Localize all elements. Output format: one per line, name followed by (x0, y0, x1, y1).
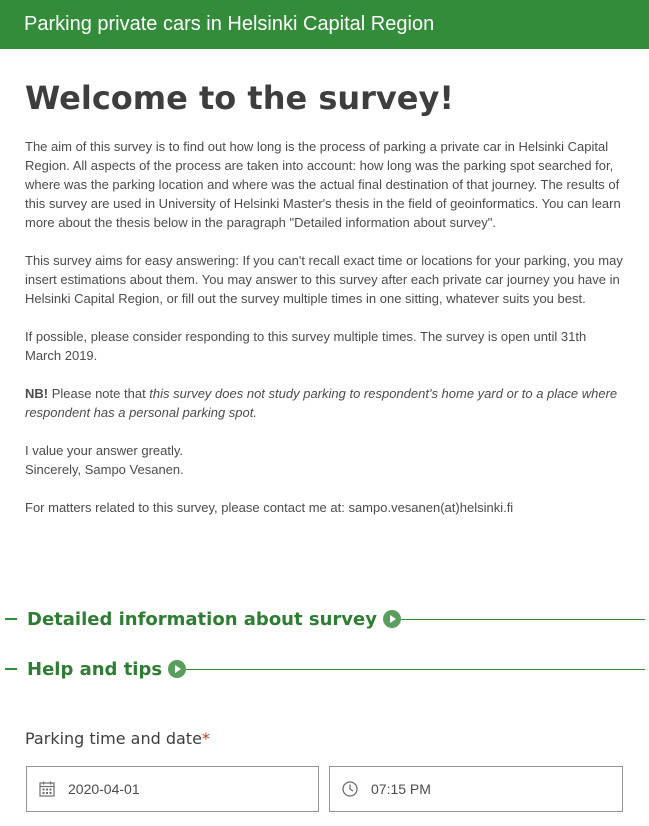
date-input[interactable]: 2020-04-01 (26, 766, 319, 812)
closing-line-1: I value your answer greatly. (25, 443, 183, 458)
required-marker: * (201, 729, 210, 748)
calendar-icon (39, 781, 55, 797)
intro-paragraph-nb: NB! Please note that this survey does no… (25, 384, 625, 422)
intro-paragraph-closing: I value your answer greatly. Sincerely, S… (25, 441, 625, 479)
parking-time-label: Parking time and date* (25, 729, 210, 748)
section-help-and-tips[interactable]: Help and tips (0, 657, 649, 681)
nb-text: Please note that (48, 386, 150, 401)
intro-paragraph-contact: For matters related to this survey, plea… (25, 500, 514, 515)
closing-line-2: Sincerely, Sampo Vesanen. (25, 462, 184, 477)
section-detailed-information[interactable]: Detailed information about survey (0, 607, 649, 631)
app-header: Parking private cars in Helsinki Capital… (0, 0, 649, 49)
clock-icon (342, 781, 358, 797)
app-title: Parking private cars in Helsinki Capital… (24, 13, 435, 35)
collapse-dash-icon (5, 618, 17, 620)
section-title-detailed: Detailed information about survey (27, 608, 377, 630)
time-value: 07:15 PM (371, 781, 431, 797)
intro-paragraph-answering: This survey aims for easy answering: If … (25, 253, 623, 306)
intro-paragraph-aim: The aim of this survey is to find out ho… (25, 139, 621, 230)
play-circle-icon[interactable] (168, 660, 187, 678)
section-divider (186, 668, 645, 670)
parking-time-label-text: Parking time and date (25, 729, 202, 748)
nb-label: NB! (25, 386, 49, 401)
intro-paragraph-open-until: If possible, please consider responding … (25, 329, 587, 363)
survey-intro: Welcome to the survey! The aim of this s… (0, 77, 649, 517)
intro-text: The aim of this survey is to find out ho… (25, 137, 625, 517)
page-title: Welcome to the survey! (25, 79, 454, 117)
collapse-dash-icon (5, 668, 17, 670)
date-value: 2020-04-01 (68, 781, 140, 797)
time-input[interactable]: 07:15 PM (329, 766, 623, 812)
play-circle-icon[interactable] (382, 610, 401, 628)
section-divider (400, 618, 645, 620)
section-title-help: Help and tips (27, 658, 163, 680)
